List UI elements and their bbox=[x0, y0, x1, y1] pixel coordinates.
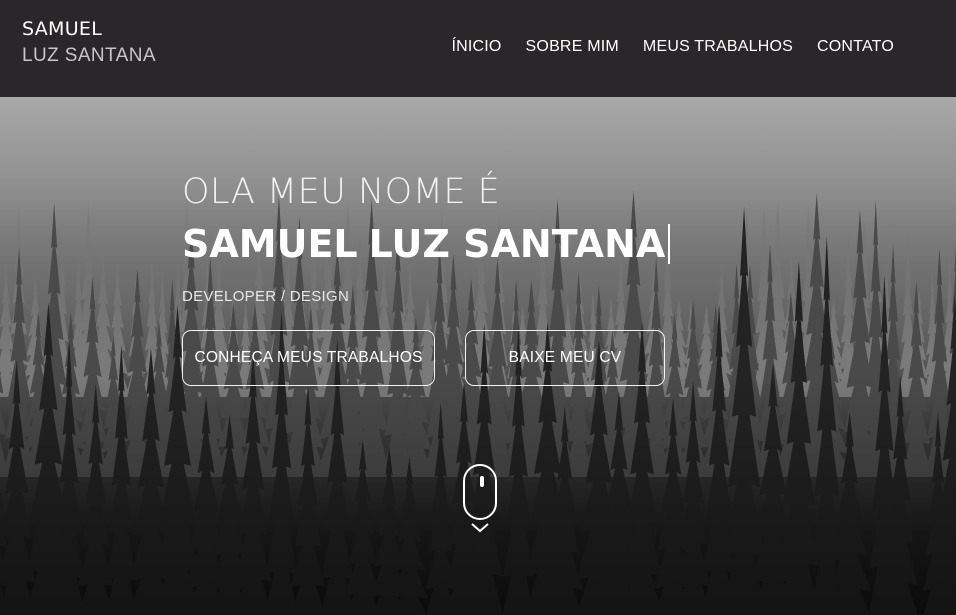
hero-section: OLA MEU NOME É SAMUEL LUZ SANTANA DEVELO… bbox=[0, 97, 956, 615]
hero-name-first: SAMUEL bbox=[182, 222, 358, 266]
download-cv-button[interactable]: BAIXE MEU CV bbox=[465, 330, 665, 386]
hero-text: OLA MEU NOME É SAMUEL LUZ SANTANA DEVELO… bbox=[182, 172, 671, 305]
nav-link-sobre-mim[interactable]: SOBRE MIM bbox=[526, 38, 619, 56]
hero-name-last: LUZ SANTANA bbox=[368, 222, 666, 266]
chevron-down-icon bbox=[471, 523, 489, 533]
brand-last-name: LUZ SANTANA bbox=[22, 45, 156, 66]
typing-cursor bbox=[668, 224, 671, 264]
nav-link-inicio[interactable]: ÍNICIO bbox=[451, 38, 501, 56]
hero-role: DEVELOPER / DESIGN bbox=[182, 288, 350, 305]
hero-buttons: CONHEÇA MEUS TRABALHOS BAIXE MEU CV bbox=[182, 330, 665, 386]
mouse-wheel bbox=[480, 476, 484, 487]
top-navbar: SAMUEL LUZ SANTANA ÍNICIO SOBRE MIM MEUS… bbox=[0, 0, 956, 97]
scroll-down-indicator[interactable] bbox=[463, 464, 497, 542]
mouse-scroll-icon bbox=[463, 464, 497, 520]
brand-first-name: SAMUEL bbox=[22, 18, 103, 40]
see-works-button[interactable]: CONHEÇA MEUS TRABALHOS bbox=[182, 330, 435, 386]
hero-greeting: OLA MEU NOME É bbox=[182, 172, 501, 212]
brand-logo[interactable]: SAMUEL LUZ SANTANA bbox=[22, 18, 156, 66]
main-menu: ÍNICIO SOBRE MIM MEUS TRABALHOS CONTATO bbox=[451, 38, 894, 56]
hero-name: SAMUEL LUZ SANTANA bbox=[182, 222, 671, 266]
nav-link-contato[interactable]: CONTATO bbox=[817, 38, 894, 56]
nav-link-meus-trabalhos[interactable]: MEUS TRABALHOS bbox=[643, 38, 793, 56]
